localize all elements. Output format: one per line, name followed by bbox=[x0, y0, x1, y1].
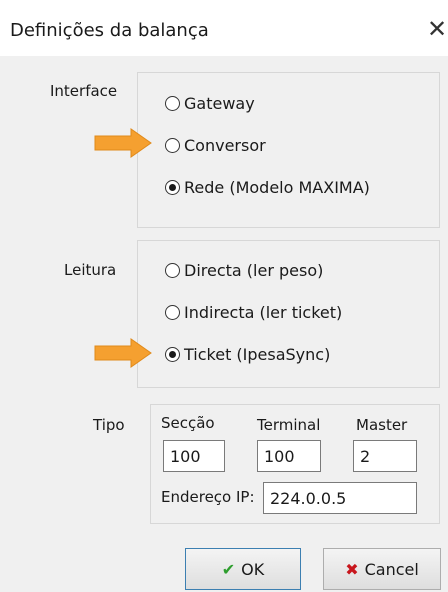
tipo-label: Tipo bbox=[93, 416, 125, 434]
title-bar: Definições da balança ✕ bbox=[0, 0, 448, 56]
radio-ticket[interactable]: Ticket (IpesaSync) bbox=[165, 345, 330, 364]
cancel-button[interactable]: ✖ Cancel bbox=[323, 548, 441, 590]
radio-conversor[interactable]: Conversor bbox=[165, 136, 266, 155]
radio-rede[interactable]: Rede (Modelo MAXIMA) bbox=[165, 178, 370, 197]
radio-circle bbox=[165, 138, 180, 153]
ok-label: OK bbox=[241, 559, 265, 579]
radio-directa[interactable]: Directa (ler peso) bbox=[165, 261, 323, 280]
master-label: Master bbox=[356, 416, 408, 434]
radio-label: Rede (Modelo MAXIMA) bbox=[184, 178, 370, 197]
radio-circle-checked bbox=[165, 180, 180, 195]
orange-arrow-icon bbox=[94, 338, 152, 368]
seccao-label: Secção bbox=[161, 414, 215, 432]
radio-circle bbox=[165, 305, 180, 320]
ip-field[interactable]: 224.0.0.5 bbox=[263, 482, 417, 514]
ok-button[interactable]: ✔ OK bbox=[185, 548, 301, 590]
window-title: Definições da balança bbox=[10, 20, 209, 41]
master-field[interactable]: 2 bbox=[353, 440, 417, 472]
radio-label: Conversor bbox=[184, 136, 266, 155]
checkmark-icon: ✔ bbox=[221, 559, 236, 579]
radio-gateway[interactable]: Gateway bbox=[165, 94, 255, 113]
radio-label: Indirecta (ler ticket) bbox=[184, 303, 343, 322]
radio-circle-checked bbox=[165, 347, 180, 362]
radio-indirecta[interactable]: Indirecta (ler ticket) bbox=[165, 303, 342, 322]
terminal-field[interactable]: 100 bbox=[257, 440, 321, 472]
orange-arrow-icon bbox=[94, 128, 152, 158]
dialog-body: Interface Gateway Conversor Rede (Modelo… bbox=[0, 56, 448, 592]
radio-label: Gateway bbox=[184, 94, 255, 113]
ip-label: Endereço IP: bbox=[161, 488, 255, 506]
close-icon[interactable]: ✕ bbox=[426, 16, 448, 42]
cancel-label: Cancel bbox=[364, 559, 419, 579]
leitura-label: Leitura bbox=[64, 261, 117, 279]
terminal-label: Terminal bbox=[257, 416, 321, 434]
radio-circle bbox=[165, 263, 180, 278]
interface-label: Interface bbox=[50, 82, 118, 100]
radio-circle bbox=[165, 96, 180, 111]
x-icon: ✖ bbox=[345, 559, 359, 579]
radio-label: Ticket (IpesaSync) bbox=[184, 345, 331, 364]
radio-label: Directa (ler peso) bbox=[184, 261, 324, 280]
seccao-field[interactable]: 100 bbox=[163, 440, 225, 472]
